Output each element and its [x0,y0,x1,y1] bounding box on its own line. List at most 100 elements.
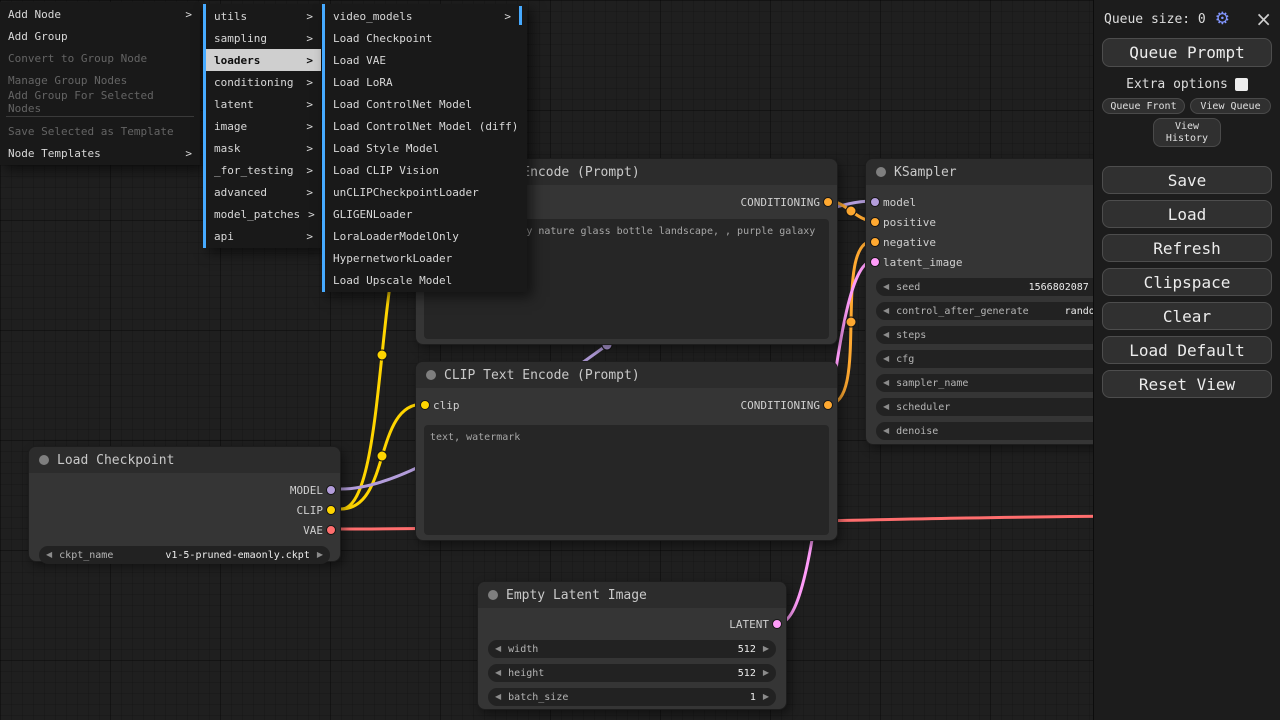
latent-image-input-port[interactable] [870,257,880,267]
menu-item-load-upscale-model[interactable]: Load Upscale Model [322,269,527,291]
prev-arrow-icon[interactable]: ◀ [883,403,889,411]
node-load-checkpoint[interactable]: Load Checkpoint MODEL CLIP VAE ◀ ckpt_na… [28,446,341,562]
refresh-button[interactable]: Refresh [1102,234,1272,262]
menu-scrollbar-thumb[interactable] [519,6,522,25]
prev-arrow-icon[interactable]: ◀ [883,331,889,339]
node-title-bar[interactable]: CLIP Text Encode (Prompt) [416,362,837,388]
menu-item-video-models[interactable]: video_models > [322,5,527,27]
menu-item-load-clip-vision[interactable]: Load CLIP Vision [322,159,527,181]
conditioning-output-port[interactable] [823,197,833,207]
menu-item-label: model_patches [214,208,300,221]
widget-label: scheduler [896,402,950,413]
menu-item-lora-loader-model-only[interactable]: LoraLoaderModelOnly [322,225,527,247]
latent-output-port[interactable] [772,619,782,629]
menu-item-advanced[interactable]: advanced > [203,181,321,203]
node-clip-text-encode-negative[interactable]: CLIP Text Encode (Prompt) clip CONDITION… [415,361,838,541]
vae-output-port[interactable] [326,525,336,535]
context-menu-categories: utils > sampling > loaders > conditionin… [203,4,321,248]
menu-item-hypernetwork-loader[interactable]: HypernetworkLoader [322,247,527,269]
clip-input-port[interactable] [420,400,430,410]
next-arrow-icon[interactable]: ▶ [763,645,769,653]
menu-item-node-templates[interactable]: Node Templates > [0,142,200,164]
collapse-dot-icon[interactable] [426,370,436,380]
conditioning-output-port[interactable] [823,400,833,410]
menu-item-conditioning[interactable]: conditioning > [203,71,321,93]
clip-output-port[interactable] [326,505,336,515]
prev-arrow-icon[interactable]: ◀ [883,307,889,315]
node-title-bar[interactable]: Load Checkpoint [29,447,340,473]
positive-input-port[interactable] [870,217,880,227]
menu-item-mask[interactable]: mask > [203,137,321,159]
queue-prompt-button[interactable]: Queue Prompt [1102,38,1272,67]
prev-arrow-icon[interactable]: ◀ [495,669,501,677]
menu-item-load-style-model[interactable]: Load Style Model [322,137,527,159]
menu-item-sampling[interactable]: sampling > [203,27,321,49]
link-dot-positive [846,206,856,216]
clear-button[interactable]: Clear [1102,302,1272,330]
model-output-port[interactable] [326,485,336,495]
width-widget[interactable]: ◀ width 512 ▶ [488,640,776,658]
model-input-port[interactable] [870,197,880,207]
height-widget[interactable]: ◀ height 512 ▶ [488,664,776,682]
menu-item-load-controlnet-model-diff[interactable]: Load ControlNet Model (diff) [322,115,527,137]
queue-front-button[interactable]: Queue Front [1102,98,1185,114]
next-arrow-icon[interactable]: ▶ [317,551,323,559]
prev-arrow-icon[interactable]: ◀ [46,551,52,559]
io-row: MODEL [29,480,340,500]
menu-item-for-testing[interactable]: _for_testing > [203,159,321,181]
next-arrow-icon[interactable]: ▶ [763,693,769,701]
negative-input-port[interactable] [870,237,880,247]
ckpt-name-combo-widget[interactable]: ◀ ckpt_name v1-5-pruned-emaonly.ckpt ▶ [39,546,330,564]
node-canvas[interactable]: CLIP Text Encode (Prompt) clip CONDITION… [0,0,1280,720]
io-row: VAE [29,520,340,540]
prev-arrow-icon[interactable]: ◀ [883,283,889,291]
queue-size-label: Queue size: 0 [1104,12,1206,27]
menu-item-gligen-loader[interactable]: GLIGENLoader [322,203,527,225]
menu-item-image[interactable]: image > [203,115,321,137]
menu-item-api[interactable]: api > [203,225,321,247]
reset-view-button[interactable]: Reset View [1102,370,1272,398]
menu-item-unclip-checkpoint-loader[interactable]: unCLIPCheckpointLoader [322,181,527,203]
output-label: LATENT [729,618,769,631]
view-queue-button[interactable]: View Queue [1190,98,1271,114]
prev-arrow-icon[interactable]: ◀ [495,645,501,653]
node-title-bar[interactable]: Empty Latent Image [478,582,786,608]
menu-item-add-group[interactable]: Add Group [0,25,200,47]
menu-item-convert-to-group-node: Convert to Group Node [0,47,200,69]
menu-item-loaders[interactable]: loaders > [203,49,321,71]
collapse-dot-icon[interactable] [876,167,886,177]
load-button[interactable]: Load [1102,200,1272,228]
load-default-button[interactable]: Load Default [1102,336,1272,364]
menu-item-load-checkpoint[interactable]: Load Checkpoint [322,27,527,49]
collapse-dot-icon[interactable] [39,455,49,465]
clipspace-button[interactable]: Clipspace [1102,268,1272,296]
menu-separator [6,116,194,117]
collapse-dot-icon[interactable] [488,590,498,600]
view-history-button[interactable]: View History [1153,118,1221,147]
close-icon[interactable]: × [1255,9,1272,29]
node-empty-latent-image[interactable]: Empty Latent Image LATENT ◀ width 512 ▶ … [477,581,787,710]
menu-item-label: api [214,230,234,243]
menu-item-load-vae[interactable]: Load VAE [322,49,527,71]
prompt-text-area[interactable]: text, watermark [424,425,829,535]
save-button[interactable]: Save [1102,166,1272,194]
prev-arrow-icon[interactable]: ◀ [883,355,889,363]
prev-arrow-icon[interactable]: ◀ [883,379,889,387]
settings-gear-icon[interactable]: ⚙ [1215,11,1230,28]
menu-item-latent[interactable]: latent > [203,93,321,115]
menu-item-save-selected-as-template: Save Selected as Template [0,120,200,142]
menu-item-load-controlnet-model[interactable]: Load ControlNet Model [322,93,527,115]
batch-size-widget[interactable]: ◀ batch_size 1 ▶ [488,688,776,706]
menu-item-load-lora[interactable]: Load LoRA [322,71,527,93]
next-arrow-icon[interactable]: ▶ [763,669,769,677]
extra-options-checkbox[interactable] [1235,78,1248,91]
menu-item-label: Load Upscale Model [333,274,452,287]
menu-item-model-patches[interactable]: model_patches > [203,203,321,225]
menu-item-add-node[interactable]: Add Node > [0,3,200,25]
menu-item-label: Load LoRA [333,76,393,89]
prev-arrow-icon[interactable]: ◀ [883,427,889,435]
menu-item-utils[interactable]: utils > [203,5,321,27]
menu-item-label: image [214,120,247,133]
prev-arrow-icon[interactable]: ◀ [495,693,501,701]
submenu-arrow-icon: > [298,186,313,199]
